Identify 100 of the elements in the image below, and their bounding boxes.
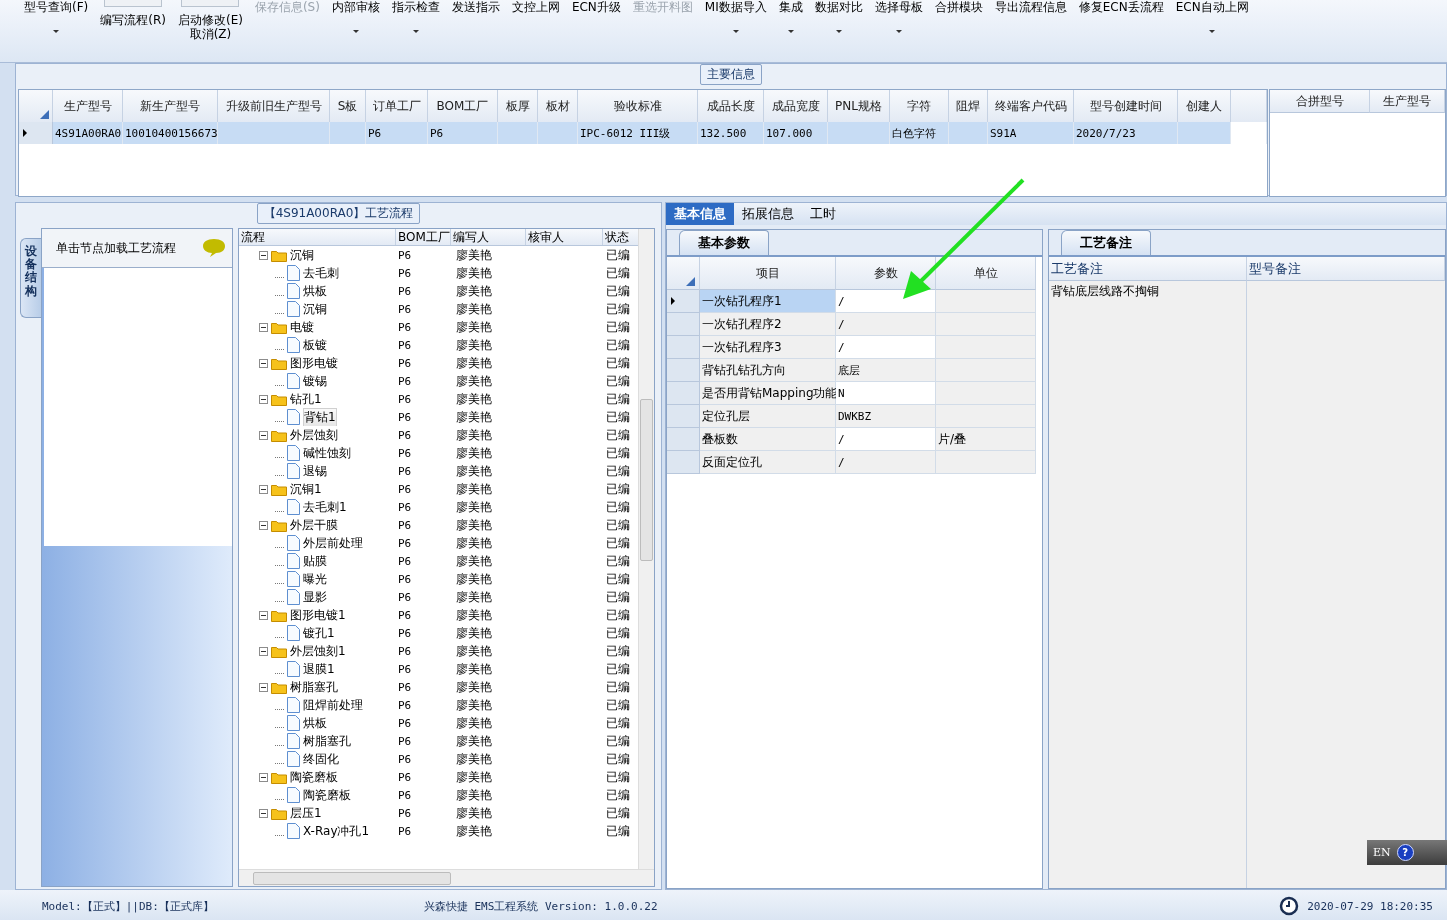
tree-node[interactable]: 钻孔1 — [290, 390, 322, 408]
tree-node[interactable]: 终固化 — [303, 750, 339, 768]
toolbar-button[interactable]: 启动修改(E) — [176, 13, 244, 27]
column-header[interactable]: 升级前旧生产型号 — [218, 90, 330, 123]
column-header[interactable]: 板厚 — [498, 90, 538, 123]
row-header[interactable] — [667, 290, 700, 313]
tree-node[interactable]: 陶瓷磨板 — [290, 768, 338, 786]
column-header[interactable]: 新生产型号 — [123, 90, 218, 123]
tree-node[interactable]: 去毛刺 — [303, 264, 339, 282]
column-header[interactable]: 工艺备注 — [1049, 257, 1247, 281]
tree-node[interactable]: 贴膜 — [303, 552, 327, 570]
column-header[interactable]: S板 — [330, 90, 366, 123]
column-header[interactable]: 验收标准 — [578, 90, 698, 123]
tree-node[interactable]: 沉铜 — [303, 300, 327, 318]
caret-icon[interactable] — [835, 30, 842, 33]
column-header[interactable]: 成品长度 — [698, 90, 764, 123]
column-header[interactable]: 核审人 — [526, 229, 603, 245]
toolbar-button[interactable]: 导出流程信息 — [993, 0, 1068, 14]
tree-node[interactable]: 烘板 — [303, 714, 327, 732]
tab[interactable]: 基本参数 — [679, 230, 769, 255]
collapse-icon[interactable] — [259, 250, 268, 260]
collapse-icon[interactable] — [259, 646, 268, 656]
column-header[interactable]: 参数 — [836, 257, 936, 290]
tree-node[interactable]: 图形电镀 — [290, 354, 338, 372]
caret-icon[interactable] — [732, 30, 739, 33]
help-button[interactable]: ? — [1396, 844, 1414, 861]
tree-node[interactable]: 外层干膜 — [290, 516, 338, 534]
tree-node[interactable]: 层压1 — [290, 804, 322, 822]
tree-node[interactable]: 镀孔1 — [303, 624, 335, 642]
toolbar-button[interactable]: 文控上网 — [510, 0, 561, 14]
column-header[interactable]: 板材 — [538, 90, 578, 123]
toolbar-button[interactable]: 内部审核 — [330, 0, 381, 14]
tree-node[interactable]: 退膜1 — [303, 660, 335, 678]
tree-node[interactable]: 阻焊前处理 — [303, 696, 363, 714]
tree-node[interactable]: 碱性蚀刻 — [303, 444, 351, 462]
tree-node[interactable]: 去毛刺1 — [303, 498, 347, 516]
column-header[interactable]: BOM工厂 — [428, 90, 498, 123]
toolbar-button[interactable]: 集成 — [777, 0, 804, 14]
tree-node[interactable]: 树脂塞孔 — [290, 678, 338, 696]
toolbar-button[interactable]: 修复ECN丢流程 — [1077, 0, 1165, 14]
tree-node[interactable]: 外层蚀刻1 — [290, 642, 346, 660]
tree-node[interactable]: 沉铜1 — [290, 480, 322, 498]
collapse-icon[interactable] — [259, 520, 268, 530]
column-header[interactable]: 终端客户代码 — [988, 90, 1074, 123]
toolbar-button[interactable]: 型号查询(F) — [23, 0, 90, 14]
column-header[interactable]: 生产型号 — [53, 90, 123, 123]
horizontal-scrollbar[interactable] — [239, 869, 654, 886]
column-header[interactable]: 流程 — [239, 229, 396, 245]
collapse-icon[interactable] — [259, 772, 268, 782]
column-header[interactable]: 合拼型号 — [1270, 90, 1370, 113]
row-header[interactable] — [19, 122, 53, 144]
column-header[interactable]: 字符 — [890, 90, 949, 123]
toolbar-button[interactable]: MI数据导入 — [703, 0, 768, 14]
caret-icon[interactable] — [412, 30, 419, 33]
tree-node[interactable]: 外层前处理 — [303, 534, 363, 552]
collapse-icon[interactable] — [259, 808, 268, 818]
column-header[interactable]: 阻焊 — [949, 90, 988, 123]
collapse-icon[interactable] — [259, 682, 268, 692]
toolbar-button[interactable]: 指示检查 — [390, 0, 441, 14]
collapse-icon[interactable] — [259, 430, 268, 440]
toolbar-button[interactable]: ECN升级 — [570, 0, 622, 14]
ime-toolbar[interactable]: EN ? — [1367, 840, 1447, 865]
caret-icon[interactable] — [1209, 30, 1216, 33]
caret-icon[interactable] — [787, 30, 794, 33]
tree-node[interactable]: 显影 — [303, 588, 327, 606]
column-header[interactable]: 型号创建时间 — [1074, 90, 1178, 123]
tree-node[interactable]: 板镀 — [303, 336, 327, 354]
tree-node[interactable]: X-Ray冲孔1 — [303, 822, 370, 840]
tree-node[interactable]: 烘板 — [303, 282, 327, 300]
tree-node[interactable]: 树脂塞孔 — [303, 732, 351, 750]
column-header[interactable]: PNL规格 — [828, 90, 890, 123]
tree-node[interactable]: 外层蚀刻 — [290, 426, 338, 444]
tab[interactable]: 基本信息 — [666, 203, 734, 225]
column-header[interactable]: 编写人 — [451, 229, 526, 245]
column-header[interactable]: BOM工厂 — [396, 229, 451, 245]
collapse-icon[interactable] — [259, 358, 268, 368]
toolbar-button[interactable]: 合拼模块 — [933, 0, 984, 14]
language-indicator[interactable]: EN — [1373, 846, 1391, 859]
tab[interactable]: 工时 — [802, 203, 844, 225]
toolbar-button[interactable]: 取消(Z) — [188, 27, 233, 41]
column-header[interactable]: 单位 — [936, 257, 1036, 290]
caret-icon[interactable] — [895, 30, 902, 33]
toolbar-button[interactable]: 选择母板 — [873, 0, 924, 14]
side-tab[interactable]: 设备结构 — [20, 238, 41, 318]
column-header[interactable]: 项目 — [700, 257, 836, 290]
tree-node[interactable]: 沉铜 — [290, 246, 314, 264]
tree-node[interactable]: 陶瓷磨板 — [303, 786, 351, 804]
tree-node[interactable]: 镀锡 — [303, 372, 327, 390]
collapse-icon[interactable] — [259, 322, 268, 332]
collapse-icon[interactable] — [259, 484, 268, 494]
collapse-icon[interactable] — [259, 610, 268, 620]
vertical-scrollbar[interactable] — [638, 229, 654, 869]
toolbar-button[interactable]: ECN自动上网 — [1174, 0, 1250, 14]
toolbar-button[interactable]: 数据对比 — [813, 0, 864, 14]
column-header[interactable]: 成品宽度 — [764, 90, 828, 123]
column-header[interactable]: 生产型号 — [1370, 90, 1445, 113]
tree-node[interactable]: 曝光 — [303, 570, 327, 588]
tab[interactable]: 工艺备注 — [1061, 230, 1151, 255]
tree-node[interactable]: 图形电镀1 — [290, 606, 346, 624]
column-header[interactable]: 订单工厂 — [366, 90, 428, 123]
